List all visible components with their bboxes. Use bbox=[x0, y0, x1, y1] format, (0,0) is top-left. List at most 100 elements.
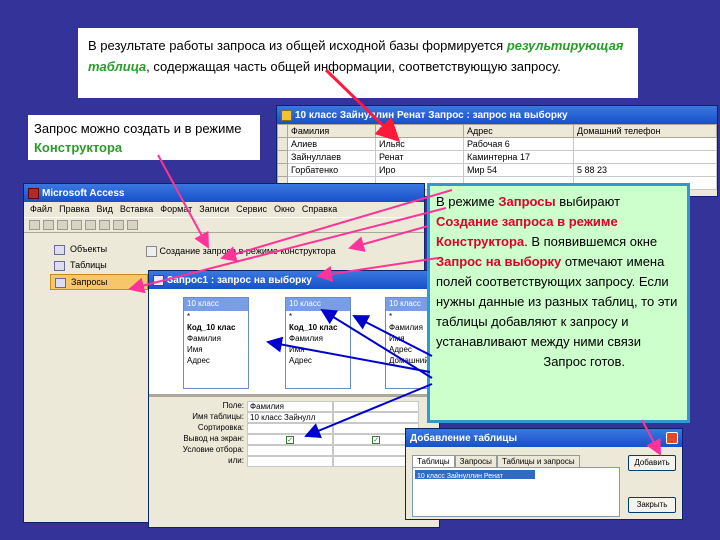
column-header[interactable]: Адрес bbox=[463, 124, 574, 138]
grid-cell[interactable] bbox=[247, 456, 333, 467]
objects-header[interactable]: Объекты bbox=[50, 242, 148, 258]
objects-bar: Объекты Таблицы Запросы bbox=[50, 242, 148, 290]
paste-icon[interactable] bbox=[113, 220, 124, 230]
callout-highlight: Запрос на выборку bbox=[436, 254, 562, 269]
print-icon[interactable] bbox=[57, 220, 68, 230]
table-row[interactable]: Горбатенко Иро Мир 54 5 88 23 bbox=[277, 163, 717, 177]
tables-label: Таблицы bbox=[70, 260, 107, 270]
table-icon bbox=[54, 261, 65, 271]
grid-cell[interactable] bbox=[247, 423, 333, 434]
table-cell[interactable]: Зайнуллаев bbox=[287, 150, 376, 164]
grid-cell[interactable] bbox=[333, 412, 419, 423]
copy-icon[interactable] bbox=[99, 220, 110, 230]
tab-tables[interactable]: Таблицы bbox=[412, 455, 455, 467]
undo-icon[interactable] bbox=[127, 220, 138, 230]
menu-item-tools[interactable]: Сервис bbox=[236, 204, 267, 215]
field-list-title[interactable]: 10 класс bbox=[286, 298, 350, 311]
query-tables-pane: 10 класс * Код_10 клас Фамилия Имя Адрес… bbox=[149, 289, 439, 397]
field-item[interactable]: Код_10 клас bbox=[184, 322, 248, 333]
field-item[interactable]: Фамилия bbox=[184, 333, 248, 344]
table-cell[interactable]: Рабочая 6 bbox=[463, 137, 574, 151]
grid-cell[interactable]: ✓ bbox=[247, 434, 333, 445]
query-ready-text: Запрос готов. bbox=[543, 354, 625, 369]
column-header[interactable]: Фамилия bbox=[287, 124, 376, 138]
show-checkbox[interactable]: ✓ bbox=[286, 436, 294, 444]
access-title: Microsoft Access bbox=[42, 187, 125, 199]
result-table-titlebar[interactable]: 10 класс Зайнуллин Ренат Запрос : запрос… bbox=[277, 106, 717, 124]
objects-icon bbox=[54, 245, 65, 255]
table-cell[interactable]: Иро bbox=[375, 163, 464, 177]
field-list-title[interactable]: 10 класс bbox=[184, 298, 248, 311]
field-item[interactable]: Адрес bbox=[184, 355, 248, 366]
menu-item-view[interactable]: Вид bbox=[97, 204, 113, 215]
instructions-callout: В режиме Запросы выбирают Создание запро… bbox=[427, 183, 690, 423]
table-cell[interactable]: Ильяс bbox=[375, 137, 464, 151]
menu-item-records[interactable]: Записи bbox=[199, 204, 229, 215]
table-list[interactable]: 10 класс Зайнуллин Ренат bbox=[412, 467, 620, 517]
menu-item-file[interactable]: Файл bbox=[30, 204, 52, 215]
table-row[interactable]: Алиев Ильяс Рабочая 6 bbox=[277, 137, 717, 151]
field-item[interactable]: * bbox=[286, 311, 350, 322]
query-titlebar[interactable]: Запрос1 : запрос на выборку bbox=[149, 271, 439, 289]
table-cell[interactable]: Горбатенко bbox=[287, 163, 376, 177]
save-icon[interactable] bbox=[43, 220, 54, 230]
field-item[interactable]: Код_10 клас bbox=[286, 322, 350, 333]
field-item[interactable]: Адрес bbox=[286, 355, 350, 366]
menu-item-window[interactable]: Окно bbox=[274, 204, 295, 215]
table-row[interactable]: Зайнуллаев Ренат Каминтерна 17 bbox=[277, 150, 717, 164]
menu-item-help[interactable]: Справка bbox=[302, 204, 337, 215]
list-item[interactable]: 10 класс Зайнуллин Ренат bbox=[415, 470, 535, 480]
table-cell[interactable] bbox=[573, 150, 717, 164]
access-titlebar[interactable]: Microsoft Access bbox=[24, 184, 424, 202]
callout-text: В режиме bbox=[436, 194, 499, 209]
close-icon[interactable] bbox=[666, 432, 678, 444]
table-cell[interactable]: Мир 54 bbox=[463, 163, 574, 177]
create-query-design-item[interactable]: Создание запроса в режиме конструктора bbox=[146, 246, 336, 258]
menu-item-format[interactable]: Формат bbox=[160, 204, 192, 215]
grid-cell[interactable] bbox=[333, 401, 419, 412]
add-button[interactable]: Добавить bbox=[628, 455, 676, 471]
field-item[interactable]: Имя bbox=[184, 344, 248, 355]
field-list[interactable]: 10 класс * Код_10 клас Фамилия Имя Адрес bbox=[285, 297, 351, 389]
query-design-window: Запрос1 : запрос на выборку 10 класс * К… bbox=[148, 270, 440, 528]
tab-tables-and-queries[interactable]: Таблицы и запросы bbox=[496, 455, 580, 467]
row-selector[interactable] bbox=[277, 137, 288, 151]
grid-cell[interactable]: Фамилия bbox=[247, 401, 333, 412]
field-item[interactable]: Фамилия bbox=[286, 333, 350, 344]
grid-row-table: Имя таблицы: 10 класс Зайнулл bbox=[149, 412, 439, 423]
grid-label: Имя таблицы: bbox=[192, 412, 244, 421]
objects-item-queries[interactable]: Запросы bbox=[50, 274, 148, 290]
menu-item-edit[interactable]: Правка bbox=[59, 204, 89, 215]
grid-label: Условие отбора: bbox=[182, 445, 244, 454]
close-button[interactable]: Закрыть bbox=[628, 497, 676, 513]
row-selector[interactable] bbox=[277, 150, 288, 164]
field-item[interactable]: Имя bbox=[286, 344, 350, 355]
design-icon[interactable] bbox=[29, 220, 40, 230]
table-icon bbox=[281, 109, 292, 121]
column-header[interactable]: Домашний телефон bbox=[573, 124, 717, 138]
row-selector-header bbox=[277, 124, 288, 138]
table-header-row: Фамилия Имя Адрес Домашний телефон bbox=[277, 124, 717, 138]
field-list[interactable]: 10 класс * Код_10 клас Фамилия Имя Адрес bbox=[183, 297, 249, 389]
grid-cell[interactable] bbox=[247, 445, 333, 456]
cut-icon[interactable] bbox=[85, 220, 96, 230]
column-header[interactable]: Имя bbox=[375, 124, 464, 138]
grid-cell[interactable]: 10 класс Зайнулл bbox=[247, 412, 333, 423]
field-item[interactable]: * bbox=[184, 311, 248, 322]
preview-icon[interactable] bbox=[71, 220, 82, 230]
callout-text: выбирают bbox=[555, 194, 621, 209]
toolbar bbox=[24, 217, 424, 233]
menu-item-insert[interactable]: Вставка bbox=[120, 204, 153, 215]
table-cell[interactable]: Алиев bbox=[287, 137, 376, 151]
intro-part1: В результате работы запроса из общей исх… bbox=[88, 38, 504, 53]
tab-queries[interactable]: Запросы bbox=[454, 455, 497, 467]
table-cell[interactable]: 5 88 23 bbox=[573, 163, 717, 177]
table-cell[interactable]: Каминтерна 17 bbox=[463, 150, 574, 164]
callout-highlight: Запросы bbox=[498, 194, 556, 209]
objects-item-tables[interactable]: Таблицы bbox=[50, 258, 148, 274]
table-cell[interactable]: Ренат bbox=[375, 150, 464, 164]
row-selector[interactable] bbox=[277, 163, 288, 177]
show-checkbox[interactable]: ✓ bbox=[372, 436, 380, 444]
add-table-titlebar[interactable]: Добавление таблицы bbox=[406, 429, 682, 447]
table-cell[interactable] bbox=[573, 137, 717, 151]
